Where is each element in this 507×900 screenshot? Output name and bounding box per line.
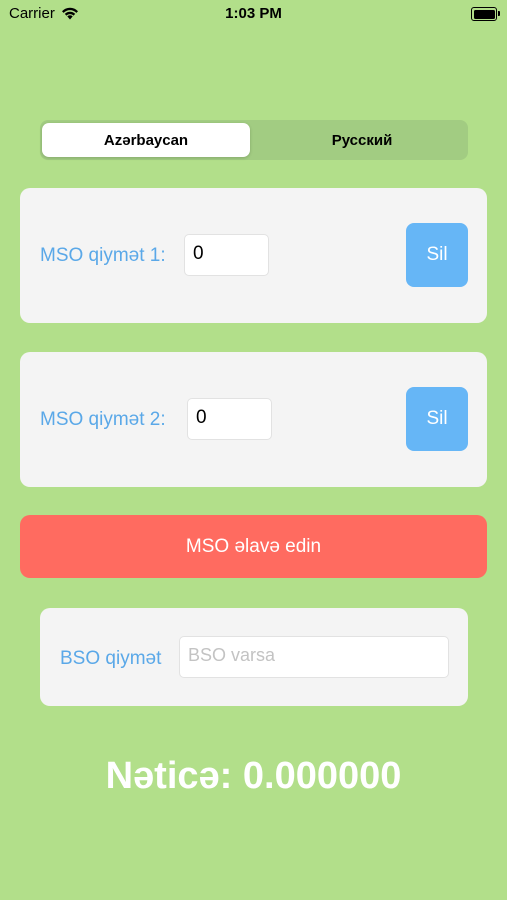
tab-russian[interactable]: Русский — [258, 123, 466, 157]
mso-label-2: MSO qiymət 2: — [40, 409, 166, 430]
bso-card: BSO qiymət BSO varsa — [40, 608, 468, 706]
delete-button-2[interactable]: Sil — [406, 387, 468, 451]
bso-input[interactable]: BSO varsa — [179, 636, 449, 678]
mso-card-2: MSO qiymət 2: 0 Sil — [20, 352, 487, 487]
tab-azerbaijani[interactable]: Azərbaycan — [42, 123, 250, 157]
bso-label: BSO qiymət — [60, 648, 162, 669]
status-bar: Carrier 1:03 PM — [0, 0, 507, 28]
language-segmented-control: Azərbaycan Русский — [40, 120, 468, 160]
delete-button-1[interactable]: Sil — [406, 223, 468, 287]
mso-input-1[interactable]: 0 — [184, 234, 269, 276]
add-mso-button[interactable]: MSO əlavə edin — [20, 515, 487, 578]
mso-label-1: MSO qiymət 1: — [40, 245, 166, 266]
mso-input-2[interactable]: 0 — [187, 398, 272, 440]
battery-icon — [471, 7, 500, 21]
result-text: Nəticə: 0.000000 — [105, 755, 402, 797]
mso-card-1: MSO qiymət 1: 0 Sil — [20, 188, 487, 323]
status-time: 1:03 PM — [225, 5, 282, 22]
